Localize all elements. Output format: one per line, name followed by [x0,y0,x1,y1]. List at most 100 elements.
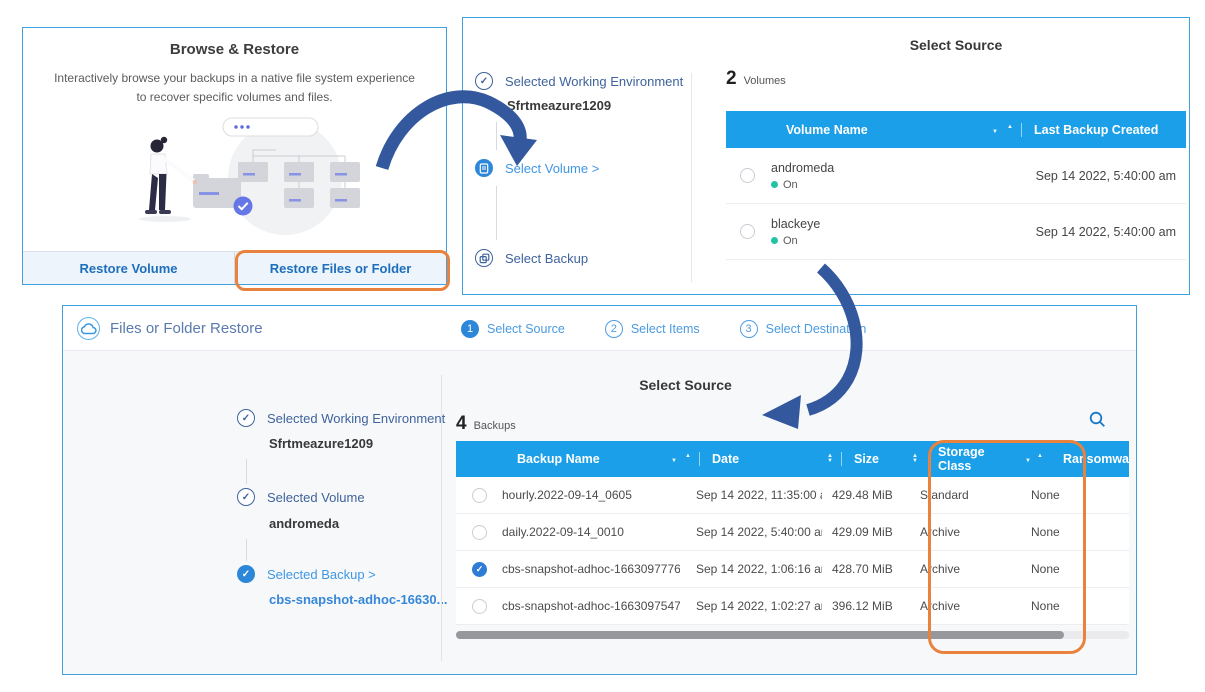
volume-row[interactable]: blackeye On Sep 14 2022, 5:40:00 am [726,204,1186,260]
last-backup-created: Sep 14 2022, 5:40:00 am [1036,169,1176,183]
select-source-panel: Select Source ✓ Selected Working Environ… [462,17,1190,295]
storage-class: Archive [894,525,1019,539]
wizard-step-select-items[interactable]: 2 Select Items [605,320,700,338]
working-environment-name: Sfrtmeazure1209 [507,98,611,113]
page-title: Files or Folder Restore [110,306,263,351]
check-circle-icon: ✓ [237,488,255,506]
check-circle-icon: ✓ [237,565,255,583]
cloud-restore-icon [77,317,100,340]
step-select-volume[interactable]: Select Volume > [475,159,599,177]
sort-icon[interactable]: ▲▼ [912,454,918,464]
radio-button[interactable] [472,599,487,614]
sort-icon[interactable]: ▲▼ [992,125,1013,135]
scrollbar-thumb[interactable] [456,631,1064,639]
backup-size: 429.09 MiB [822,525,894,539]
last-backup-created: Sep 14 2022, 5:40:00 am [1036,225,1176,239]
radio-button[interactable] [740,224,755,239]
card-title: Browse & Restore [23,41,446,58]
step-selected-working-environment: ✓ Selected Working Environment [237,409,445,427]
check-circle-icon: ✓ [237,409,255,427]
ransomware-status: None [1019,488,1129,502]
sort-icon[interactable]: ▲▼ [671,454,691,464]
restore-panel-header: Files or Folder Restore 1 Select Source … [63,306,1136,351]
backup-date: Sep 14 2022, 1:06:16 am [680,562,822,576]
backup-row[interactable]: cbs-snapshot-adhoc-1663097547296 Sep 14 … [456,588,1129,625]
restore-panel-content: Select Source ✓ Selected Working Environ… [63,351,1136,674]
ransomware-status: None [1019,525,1129,539]
backup-name: hourly.2022-09-14_0605 [487,488,680,502]
backup-row[interactable]: hourly.2022-09-14_0605 Sep 14 2022, 11:3… [456,477,1129,514]
radio-button[interactable] [740,168,755,183]
ransomware-status: None [1019,599,1129,613]
volume-status: On [771,179,834,191]
files-or-folder-restore-panel: Files or Folder Restore 1 Select Source … [62,305,1137,675]
wizard-step-select-destination[interactable]: 3 Select Destination [740,320,867,338]
step-select-backup: Select Backup [475,249,588,267]
restore-volume-button[interactable]: Restore Volume [23,252,234,284]
backup-size: 428.70 MiB [822,562,894,576]
volume-row[interactable]: andromeda On Sep 14 2022, 5:40:00 am [726,148,1186,204]
backup-name: cbs-snapshot-adhoc-1663097547296 [487,599,680,613]
backup-date: Sep 14 2022, 5:40:00 am [680,525,822,539]
selected-volume-name: andromeda [269,516,339,531]
storage-class: Archive [894,562,1019,576]
check-badge-icon [234,197,253,216]
browse-illustration [135,116,370,246]
step-number-badge: 1 [461,320,479,338]
backup-date: Sep 14 2022, 1:02:27 am [680,599,822,613]
volume-name: blackeye [771,217,820,231]
column-header-storage-class[interactable]: Storage Class ▲▼ [926,445,1051,473]
check-circle-icon: ✓ [475,72,493,90]
backup-date: Sep 14 2022, 11:35:00 am [680,488,822,502]
wizard-steps: 1 Select Source 2 Select Items 3 Select … [461,306,866,351]
page: Browse & Restore Interactively browse yo… [0,0,1205,692]
card-description: Interactively browse your backups in a n… [23,69,446,106]
column-header-size[interactable]: Size ▲▼ [854,452,926,466]
step-selected-backup[interactable]: ✓ Selected Backup > [237,565,376,583]
volume-name: andromeda [771,161,834,175]
sort-icon[interactable]: ▲▼ [827,454,833,464]
backups-count: 4 Backups [456,413,516,435]
storage-class: Archive [894,599,1019,613]
column-header-date[interactable]: Date ▲▼ [712,452,854,466]
horizontal-scrollbar[interactable] [456,631,1129,639]
step-number-badge: 2 [605,320,623,338]
storage-class: Standard [894,488,1019,502]
section-title: Select Source [235,377,1136,393]
radio-button[interactable] [472,562,487,577]
card-footer: Restore Volume Restore Files or Folder [23,251,446,284]
volumes-table-header: Volume Name ▲▼ Last Backup Created [726,111,1186,148]
person-figure [145,137,197,214]
backup-name: cbs-snapshot-adhoc-1663097776861 [487,562,680,576]
radio-button[interactable] [472,525,487,540]
step-number-badge: 3 [740,320,758,338]
search-icon[interactable] [1089,411,1106,433]
wizard-step-select-source[interactable]: 1 Select Source [461,320,565,338]
column-header-last-backup-created[interactable]: Last Backup Created [1034,123,1186,137]
volumes-rows: andromeda On Sep 14 2022, 5:40:00 am bla… [726,148,1186,260]
selected-backup-name: cbs-snapshot-adhoc-16630... [269,592,447,607]
vertical-divider [691,73,692,282]
column-header-volume-name[interactable]: Volume Name ▲▼ [771,123,1034,137]
sort-icon[interactable]: ▲▼ [1025,454,1043,464]
backup-row[interactable]: cbs-snapshot-adhoc-1663097776861 Sep 14 … [456,551,1129,588]
working-environment-name: Sfrtmeazure1209 [269,436,373,451]
backup-name: daily.2022-09-14_0010 [487,525,680,539]
volume-status: On [771,235,820,247]
backup-row[interactable]: daily.2022-09-14_0010 Sep 14 2022, 5:40:… [456,514,1129,551]
vertical-divider [441,375,442,661]
backup-size: 396.12 MiB [822,599,894,613]
status-dot-icon [771,181,778,188]
step-selected-volume: ✓ Selected Volume [237,488,365,506]
panel-title: Select Source [723,37,1189,53]
column-header-ransomware[interactable]: Ransomware [1051,452,1129,466]
backup-icon [475,249,493,267]
backups-rows: hourly.2022-09-14_0605 Sep 14 2022, 11:3… [456,477,1129,625]
volumes-count: 2 Volumes [726,68,786,90]
backup-size: 429.48 MiB [822,488,894,502]
backups-table-header: Backup Name ▲▼ Date ▲▼ Size ▲▼ Storage C… [456,441,1129,477]
column-header-backup-name[interactable]: Backup Name ▲▼ [503,452,712,466]
restore-files-or-folder-button[interactable]: Restore Files or Folder [234,252,446,284]
browse-restore-card: Browse & Restore Interactively browse yo… [22,27,447,285]
radio-button[interactable] [472,488,487,503]
